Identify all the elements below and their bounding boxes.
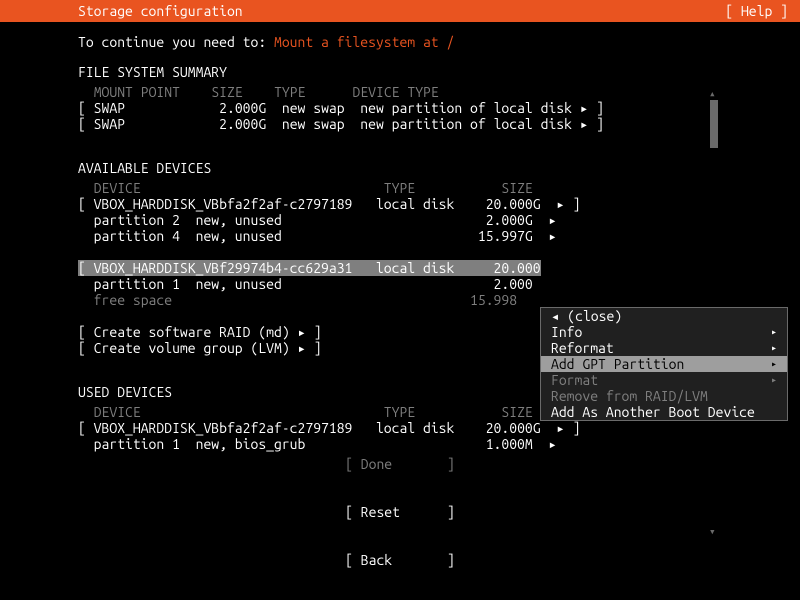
menu-close[interactable]: ◂ (close) <box>541 308 787 324</box>
chevron-right-icon: ▸ <box>771 356 777 372</box>
footer-buttons: [ Done ] [ Reset ] [ Back ] <box>0 424 800 584</box>
partition-row[interactable]: partition 1 new, unused 2.000 <box>78 276 722 292</box>
device-row-selected[interactable]: [ VBOX_HARDDISK_VBf29974b4-cc629a31 loca… <box>78 260 722 276</box>
fs-summary-title: FILE SYSTEM SUMMARY <box>78 64 722 80</box>
fs-row[interactable]: [ SWAP 2.000G new swap new partition of … <box>78 100 722 116</box>
scrollbar-thumb[interactable] <box>710 100 718 148</box>
chevron-right-icon: ▸ <box>771 340 777 356</box>
title-bar: Storage configuration [ Help ] <box>0 0 800 22</box>
menu-format: Format▸ <box>541 372 787 388</box>
menu-info[interactable]: Info▸ <box>541 324 787 340</box>
page-title: Storage configuration <box>78 3 243 19</box>
menu-add-boot-device[interactable]: Add As Another Boot Device <box>541 404 787 420</box>
partition-row[interactable]: partition 2 new, unused 2.000G ▸ <box>78 212 722 228</box>
chevron-right-icon: ▸ <box>771 324 777 340</box>
fs-row[interactable]: [ SWAP 2.000G new swap new partition of … <box>78 116 722 132</box>
menu-remove-raid-lvm: Remove from RAID/LVM <box>541 388 787 404</box>
help-button[interactable]: [ Help ] <box>725 3 788 19</box>
menu-reformat[interactable]: Reformat▸ <box>541 340 787 356</box>
available-devices-title: AVAILABLE DEVICES <box>78 160 722 176</box>
mount-root-link[interactable]: Mount a filesystem at / <box>274 34 454 50</box>
avail-columns: DEVICE TYPE SIZE <box>78 180 722 196</box>
free-space-row: free space 15.998 <box>78 292 722 308</box>
chevron-right-icon: ▸ <box>771 372 777 388</box>
device-row[interactable]: [ VBOX_HARDDISK_VBbfa2f2af-c2797189 loca… <box>78 196 722 212</box>
back-button[interactable]: [ Back ] <box>0 552 800 568</box>
fs-summary-columns: MOUNT POINT SIZE TYPE DEVICE TYPE <box>78 84 722 100</box>
partition-row[interactable]: partition 4 new, unused 15.997G ▸ <box>78 228 722 244</box>
done-button: [ Done ] <box>0 456 800 472</box>
menu-add-gpt-partition[interactable]: Add GPT Partition▸ <box>541 356 787 372</box>
context-menu: ◂ (close) Info▸ Reformat▸ Add GPT Partit… <box>540 307 788 421</box>
instruction-line: To continue you need to: Mount a filesys… <box>78 34 722 50</box>
reset-button[interactable]: [ Reset ] <box>0 504 800 520</box>
